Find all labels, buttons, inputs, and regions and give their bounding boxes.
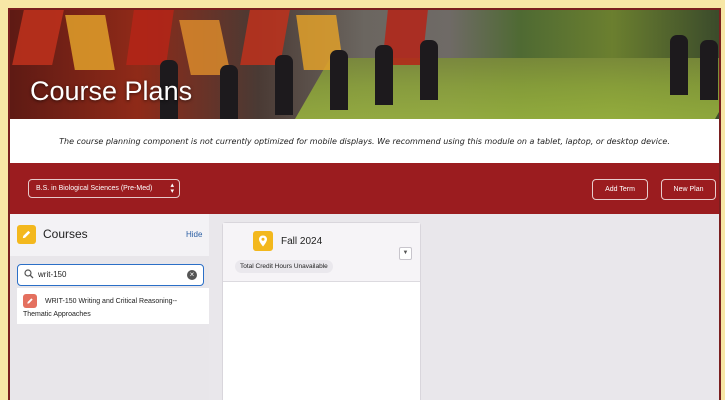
search-icon — [24, 269, 34, 279]
mobile-notice: The course planning component is not cur… — [10, 119, 719, 163]
banner-figure — [670, 35, 688, 95]
app-frame: Course Plans The course planning compone… — [8, 8, 721, 400]
banner-lawn — [289, 58, 719, 119]
banner-figure — [375, 45, 393, 105]
hide-link[interactable]: Hide — [186, 230, 202, 239]
banner-flag — [12, 10, 64, 65]
courses-sidebar: Courses Hide × WRIT-150 Writing and Crit… — [10, 214, 209, 400]
banner-figure — [420, 40, 438, 100]
course-search-input[interactable] — [38, 268, 178, 281]
term-header: Fall 2024 ▼ Total Credit Hours Unavailab… — [223, 223, 420, 282]
course-search-field[interactable]: × — [17, 264, 204, 286]
program-select[interactable]: B.S. in Biological Sciences (Pre-Med) ▴ ▾ — [28, 179, 180, 198]
clear-search-icon[interactable]: × — [187, 270, 197, 280]
banner-figure — [330, 50, 348, 110]
select-chevron-icon: ▴ ▾ — [170, 182, 174, 195]
banner-figure — [275, 55, 293, 115]
plan-toolbar: B.S. in Biological Sciences (Pre-Med) ▴ ▾… — [10, 163, 719, 214]
add-term-button[interactable]: Add Term — [592, 179, 648, 200]
location-pin-icon — [253, 231, 273, 251]
term-title: Fall 2024 — [281, 236, 323, 247]
sidebar-title: Courses — [43, 227, 88, 241]
new-plan-button[interactable]: New Plan — [661, 179, 716, 200]
hero-banner: Course Plans — [10, 10, 719, 119]
program-select-value: B.S. in Biological Sciences (Pre-Med) — [36, 185, 153, 192]
banner-figure — [220, 65, 238, 119]
banner-flag — [126, 10, 174, 65]
course-result-item[interactable]: WRIT-150 Writing and Critical Reasoning-… — [17, 288, 209, 324]
chevron-down-icon[interactable]: ▼ — [399, 247, 412, 260]
credit-hours-badge: Total Credit Hours Unavailable — [235, 260, 333, 273]
pencil-icon — [17, 225, 36, 244]
banner-flag — [65, 15, 115, 70]
banner-figure — [700, 40, 718, 100]
term-card: Fall 2024 ▼ Total Credit Hours Unavailab… — [222, 222, 421, 400]
sidebar-header: Courses Hide — [10, 214, 209, 256]
page-title: Course Plans — [30, 76, 193, 106]
course-result-label: WRIT-150 Writing and Critical Reasoning-… — [23, 298, 178, 318]
